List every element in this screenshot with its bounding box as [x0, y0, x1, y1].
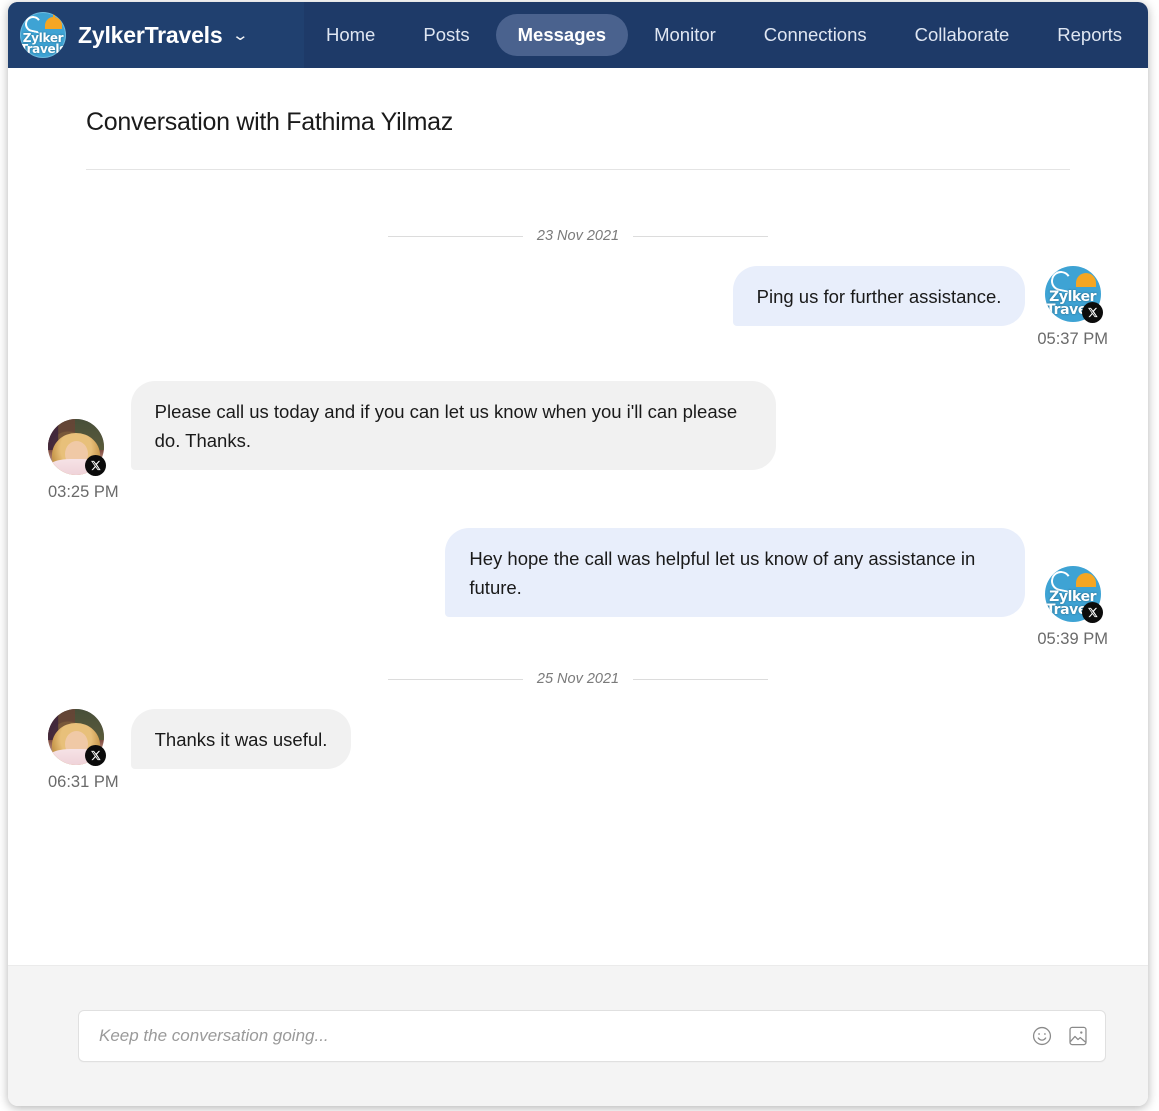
nav-item-connections[interactable]: Connections — [742, 14, 889, 56]
message-bubble-incoming[interactable]: Thanks it was useful. — [130, 709, 352, 769]
message-bubble-outgoing[interactable]: Ping us for further assistance. — [732, 266, 1026, 326]
zylker-travels-logo-icon: Zylker Travels — [20, 12, 66, 58]
message-row-incoming: 03:25 PM Please call us today and if you… — [48, 381, 1108, 502]
brand-name: ZylkerTravels — [78, 21, 223, 48]
conversation-header: Conversation with Fathima Yilmaz — [8, 68, 1148, 170]
date-separator-line-left — [387, 235, 523, 237]
nav-item-posts[interactable]: Posts — [401, 14, 491, 56]
x-twitter-badge-icon — [1081, 302, 1103, 323]
message-bubble-outgoing[interactable]: Hey hope the call was helpful let us kno… — [445, 528, 1026, 617]
message-meta: 03:25 PM — [48, 381, 119, 502]
message-input[interactable] — [97, 1025, 1021, 1047]
composer-tools — [1031, 1025, 1089, 1047]
message-row-incoming: 06:31 PM Thanks it was useful. — [48, 709, 1108, 792]
page-title: Conversation with Fathima Yilmaz — [86, 108, 453, 136]
date-separator-label: 25 Nov 2021 — [536, 671, 620, 687]
date-separator-line-right — [633, 678, 769, 680]
message-bubble-incoming[interactable]: Please call us today and if you can let … — [130, 381, 776, 470]
date-separator: 23 Nov 2021 — [48, 228, 1108, 244]
message-group: Hey hope the call was helpful let us kno… — [445, 528, 1108, 649]
message-group: 03:25 PM Please call us today and if you… — [48, 381, 776, 502]
brand-switcher[interactable]: Zylker Travels ZylkerTravels ⌄ — [8, 2, 304, 68]
x-twitter-badge-icon — [85, 745, 106, 766]
nav-item-home[interactable]: Home — [304, 14, 397, 56]
message-group: Ping us for further assistance. Zylker T… — [732, 266, 1108, 349]
x-twitter-badge-icon — [1081, 602, 1103, 623]
chevron-down-icon[interactable]: ⌄ — [232, 28, 250, 43]
top-navigation-bar: Zylker Travels ZylkerTravels ⌄ Home Post… — [8, 2, 1148, 68]
date-separator-line-right — [633, 235, 769, 237]
logo-line-2: Travels — [20, 42, 66, 56]
message-group: 06:31 PM Thanks it was useful. — [48, 709, 352, 792]
app-window: Zylker Travels ZylkerTravels ⌄ Home Post… — [8, 2, 1148, 1106]
message-timestamp: 05:37 PM — [1037, 330, 1108, 348]
smiley-icon[interactable] — [1031, 1025, 1053, 1047]
message-thread[interactable]: 23 Nov 2021 Ping us for further assistan… — [8, 170, 1148, 965]
sun-icon — [1075, 273, 1096, 287]
composer-footer — [8, 965, 1148, 1106]
message-row-outgoing: Ping us for further assistance. Zylker T… — [48, 266, 1108, 349]
nav-item-messages[interactable]: Messages — [495, 14, 629, 56]
sun-icon — [45, 17, 62, 29]
avatar[interactable] — [48, 419, 106, 476]
main-nav: Home Posts Messages Monitor Connections … — [304, 2, 1144, 68]
message-timestamp: 06:31 PM — [48, 773, 119, 791]
nav-item-collaborate[interactable]: Collaborate — [893, 14, 1032, 56]
date-separator-line-left — [387, 678, 523, 680]
nav-item-reports[interactable]: Reports — [1035, 14, 1144, 56]
sun-icon — [1075, 573, 1096, 587]
avatar[interactable]: Zylker Travels — [1044, 266, 1103, 323]
x-twitter-badge-icon — [85, 455, 106, 476]
avatar[interactable]: Zylker Travels — [1044, 566, 1103, 623]
message-meta: Zylker Travels 05:37 PM — [1037, 266, 1108, 349]
date-separator-label: 23 Nov 2021 — [536, 228, 620, 244]
message-meta: Zylker Travels 05:39 PM — [1037, 528, 1108, 649]
message-timestamp: 05:39 PM — [1037, 630, 1108, 648]
image-icon[interactable] — [1067, 1025, 1089, 1047]
message-meta: 06:31 PM — [48, 709, 119, 792]
message-timestamp: 03:25 PM — [48, 483, 119, 501]
composer-bar[interactable] — [78, 1010, 1106, 1062]
avatar[interactable] — [48, 709, 106, 766]
date-separator: 25 Nov 2021 — [48, 671, 1108, 687]
nav-item-monitor[interactable]: Monitor — [632, 14, 738, 56]
message-row-outgoing: Hey hope the call was helpful let us kno… — [48, 528, 1108, 649]
